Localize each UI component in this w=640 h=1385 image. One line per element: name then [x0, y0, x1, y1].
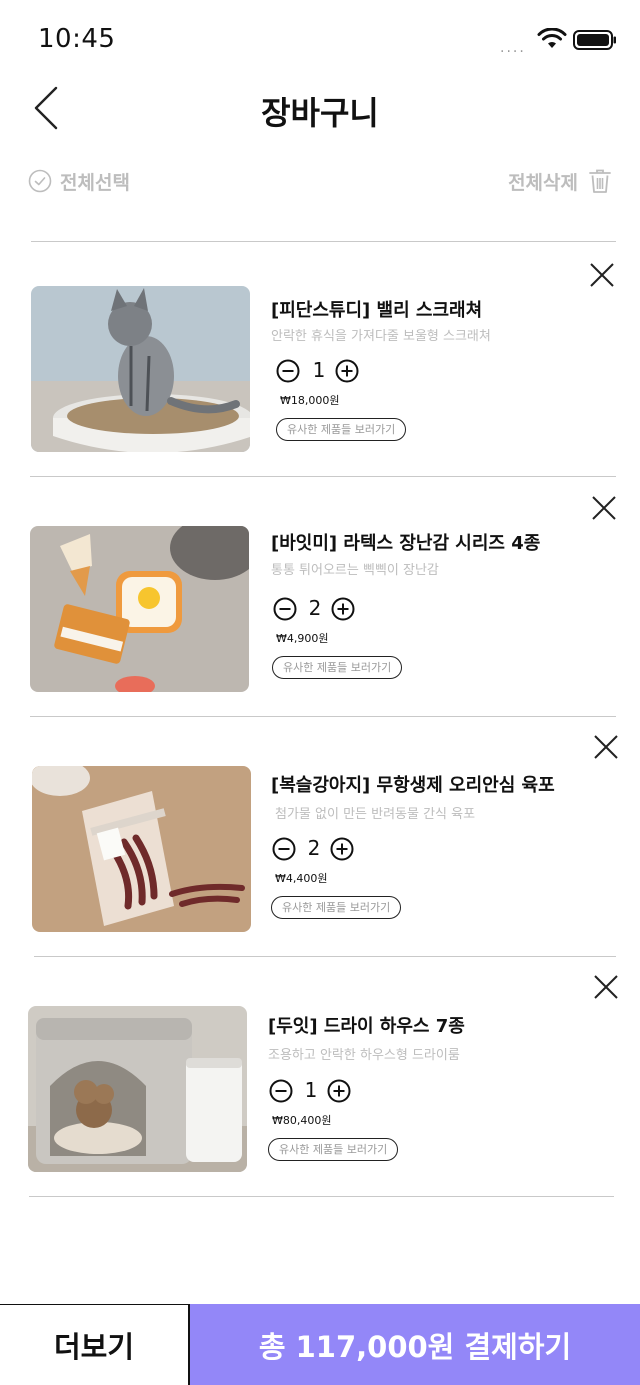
delete-all-button[interactable]: 전체삭제 [508, 167, 612, 195]
bottom-action-bar: 더보기 총 117,000원 결제하기 [0, 1304, 640, 1385]
product-price: ₩4,400원 [275, 872, 328, 885]
similar-products-button[interactable]: 유사한 제품들 보러가기 [268, 1138, 399, 1161]
plus-circle-icon[interactable] [335, 359, 359, 383]
checkout-button[interactable]: 총 117,000원 결제하기 [190, 1304, 640, 1385]
signal-dots-icon: .... [500, 40, 526, 56]
product-image[interactable] [28, 1006, 247, 1172]
plus-circle-icon[interactable] [331, 597, 355, 621]
product-description: 안락한 휴식을 가져다줄 보울형 스크래쳐 [271, 329, 491, 344]
minus-circle-icon[interactable] [273, 597, 297, 621]
more-button[interactable]: 더보기 [0, 1304, 190, 1385]
delete-all-label: 전체삭제 [508, 171, 578, 194]
quantity-value: 1 [304, 1078, 318, 1102]
plus-circle-icon[interactable] [330, 837, 354, 861]
cart-item: [두잇] 드라이 하우스 7종 조용하고 안락한 하우스형 드라이룸 1 ₩80… [0, 956, 640, 1196]
cart-toolbar: 전체선택 전체삭제 [28, 165, 612, 197]
trash-icon [589, 169, 611, 193]
similar-products-button[interactable]: 유사한 제품들 보러가기 [276, 418, 407, 441]
quantity-value: 1 [312, 358, 326, 382]
select-all-label: 전체선택 [60, 171, 130, 194]
quantity-value: 2 [308, 596, 322, 620]
close-icon[interactable] [588, 492, 620, 524]
product-name: [두잇] 드라이 하우스 7종 [268, 1016, 465, 1037]
similar-products-button[interactable]: 유사한 제품들 보러가기 [272, 656, 403, 679]
status-bar: 10:45 .... [0, 0, 640, 80]
check-circle-icon [28, 169, 52, 193]
product-price: ₩18,000원 [280, 394, 340, 407]
product-image[interactable] [31, 286, 250, 452]
header: 장바구니 [0, 80, 640, 140]
product-description: 통통 튀어오르는 삑삑이 장난감 [271, 563, 439, 578]
status-time: 10:45 [38, 24, 116, 54]
product-description: 첨가물 없이 만든 반려동물 간식 육포 [275, 807, 476, 822]
product-image[interactable] [30, 526, 249, 692]
product-description: 조용하고 안락한 하우스형 드라이룸 [268, 1048, 460, 1063]
product-name: [복슬강아지] 무항생제 오리안심 육포 [271, 775, 555, 796]
close-icon[interactable] [586, 259, 618, 291]
divider [29, 1196, 614, 1197]
minus-circle-icon[interactable] [272, 837, 296, 861]
product-image[interactable] [32, 766, 251, 932]
cart-item: [바잇미] 라텍스 장난감 시리즈 4종 통통 튀어오르는 삑삑이 장난감 2 … [0, 476, 640, 716]
cart-item: [피단스튜디] 밸리 스크래쳐 안락한 휴식을 가져다줄 보울형 스크래쳐 1 … [0, 241, 640, 481]
minus-circle-icon[interactable] [276, 359, 300, 383]
plus-circle-icon[interactable] [327, 1079, 351, 1103]
product-name: [피단스튜디] 밸리 스크래쳐 [271, 300, 483, 321]
product-price: ₩4,900원 [276, 632, 329, 645]
close-icon[interactable] [590, 971, 622, 1003]
close-icon[interactable] [590, 731, 622, 763]
similar-products-button[interactable]: 유사한 제품들 보러가기 [271, 896, 402, 919]
page-title: 장바구니 [261, 94, 379, 132]
product-price: ₩80,400원 [272, 1114, 332, 1127]
minus-circle-icon[interactable] [269, 1079, 293, 1103]
select-all-button[interactable]: 전체선택 [28, 167, 130, 195]
wifi-icon [537, 28, 567, 48]
product-name: [바잇미] 라텍스 장난감 시리즈 4종 [271, 533, 541, 554]
quantity-value: 2 [307, 836, 321, 860]
battery-icon [573, 30, 616, 50]
cart-item: [복슬강아지] 무항생제 오리안심 육포 첨가물 없이 만든 반려동물 간식 육… [0, 716, 640, 956]
